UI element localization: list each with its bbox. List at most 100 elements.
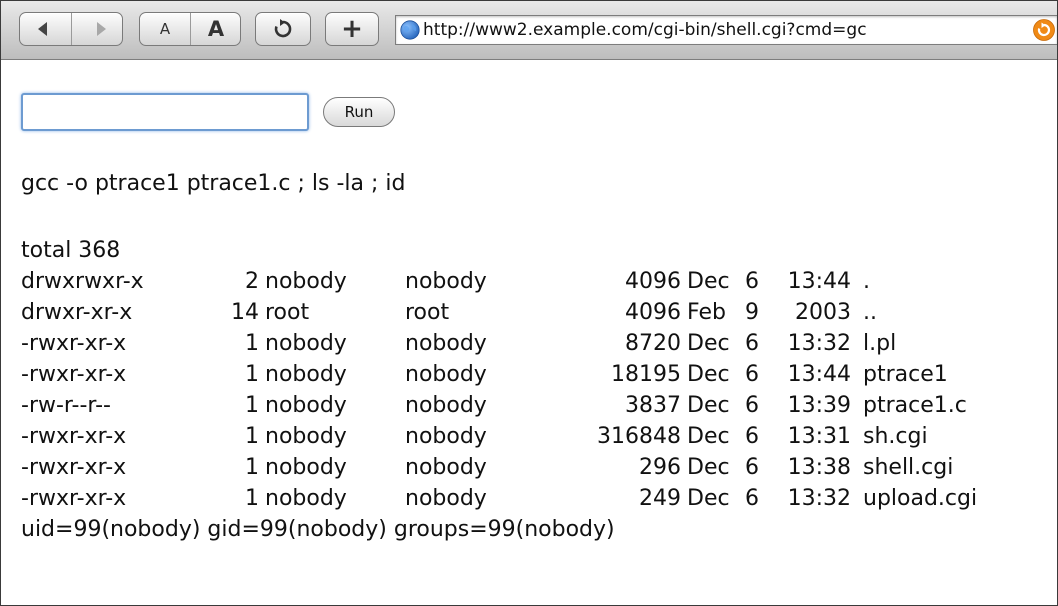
listing-name: ptrace1.c — [863, 393, 967, 418]
listing-size: 249 — [639, 486, 681, 511]
listing-group: nobody — [405, 424, 487, 449]
listing-owner: nobody — [265, 362, 347, 387]
listing-day: 9 — [745, 300, 759, 325]
listing-links: 14 — [231, 300, 259, 325]
back-arrow-icon — [38, 22, 47, 36]
listing-name: . — [863, 269, 870, 294]
listing-group: nobody — [405, 331, 487, 356]
listing-month: Dec — [687, 455, 730, 480]
listing-row: -rwxr-xr-x 1 nobody nobody 18195 Dec 6 13:44 ptr… — [21, 359, 1031, 390]
text-bigger-button[interactable]: A — [191, 13, 241, 45]
listing-day: 6 — [745, 331, 759, 356]
address-bar[interactable]: http://www2.example.com/cgi-bin/shell.cg… — [395, 15, 1057, 45]
listing-row: drwxr-xr-x 14 root root 4096 Feb 9 2003.. — [21, 297, 1031, 328]
listing-month: Feb — [687, 300, 726, 325]
listing-time: 2003 — [795, 300, 851, 325]
listing-size: 316848 — [597, 424, 681, 449]
listing-perm: drwxrwxr-x — [21, 269, 144, 294]
listing-month: Dec — [687, 424, 730, 449]
listing-name: l.pl — [863, 331, 897, 356]
listing-group: nobody — [405, 362, 487, 387]
listing-size: 4096 — [625, 269, 681, 294]
listing-time: 13:44 — [787, 269, 851, 294]
listing-owner: nobody — [265, 455, 347, 480]
listing-time: 13:32 — [787, 331, 851, 356]
snapback-icon[interactable] — [1033, 19, 1055, 41]
run-button[interactable]: Run — [323, 97, 395, 127]
listing-row: drwxrwxr-x 2 nobody nobody 4096 Dec 6 13:44. — [21, 266, 1031, 297]
listing-links: 1 — [245, 393, 259, 418]
command-echo: gcc -o ptrace1 ptrace1.c ; ls -la ; id — [21, 171, 406, 196]
listing-name: sh.cgi — [863, 424, 928, 449]
listing-time: 13:44 — [787, 362, 851, 387]
listing-name: ptrace1 — [863, 362, 948, 387]
listing-row: -rwxr-xr-x 1 nobody nobody 8720 Dec 6 13:32 l.pl — [21, 328, 1031, 359]
listing-perm: -rwxr-xr-x — [21, 455, 127, 480]
listing-group: nobody — [405, 455, 487, 480]
listing-group: nobody — [405, 393, 487, 418]
listing-perm: drwxr-xr-x — [21, 300, 133, 325]
command-input[interactable] — [21, 93, 309, 131]
listing-owner: root — [265, 300, 310, 325]
listing-name: upload.cgi — [863, 486, 978, 511]
listing-day: 6 — [745, 424, 759, 449]
listing-perm: -rwxr-xr-x — [21, 424, 127, 449]
plus-icon: + — [341, 14, 363, 44]
browser-toolbar: A A + http://www2.example.com/cgi-bin/sh… — [1, 1, 1057, 60]
listing-day: 6 — [745, 393, 759, 418]
back-forward-control — [19, 12, 123, 46]
listing-links: 2 — [245, 269, 259, 294]
listing-day: 6 — [745, 362, 759, 387]
listing-time: 13:32 — [787, 486, 851, 511]
listing-links: 1 — [245, 362, 259, 387]
listing-time: 13:39 — [787, 393, 851, 418]
listing-name: .. — [863, 300, 877, 325]
reload-icon — [274, 19, 292, 38]
listing-perm: -rwxr-xr-x — [21, 486, 127, 511]
listing-total: total 368 — [21, 238, 121, 263]
listing-owner: nobody — [265, 393, 347, 418]
command-output: total 368 drwxrwxr-x 2 nobody nobody 4096 Dec… — [21, 235, 1031, 545]
listing-month: Dec — [687, 362, 730, 387]
listing-time: 13:31 — [787, 424, 851, 449]
listing-time: 13:38 — [787, 455, 851, 480]
listing-size: 4096 — [625, 300, 681, 325]
back-button[interactable] — [20, 13, 71, 45]
text-size-control: A A — [139, 12, 241, 46]
text-smaller-button[interactable]: A — [140, 13, 190, 45]
listing-links: 1 — [245, 424, 259, 449]
id-output: uid=99(nobody) gid=99(nobody) groups=99(… — [21, 517, 615, 542]
listing-links: 1 — [245, 486, 259, 511]
listing-row: -rw-r--r-- 1 nobody nobody 3837 Dec 6 13:39 ptra… — [21, 390, 1031, 421]
listing-links: 1 — [245, 331, 259, 356]
listing-owner: nobody — [265, 331, 347, 356]
listing-day: 6 — [745, 269, 759, 294]
listing-perm: -rw-r--r-- — [21, 393, 111, 418]
listing-row: -rwxr-xr-x 1 nobody nobody 316848 Dec 6 13:31 sh… — [21, 421, 1031, 452]
listing-size: 8720 — [625, 331, 681, 356]
listing-day: 6 — [745, 455, 759, 480]
listing-row: -rwxr-xr-x 1 nobody nobody 296 Dec 6 13:38 shell… — [21, 452, 1031, 483]
listing-perm: -rwxr-xr-x — [21, 362, 127, 387]
url-text: http://www2.example.com/cgi-bin/shell.cg… — [423, 20, 867, 40]
listing-size: 296 — [639, 455, 681, 480]
forward-arrow-icon — [97, 22, 106, 36]
listing-group: nobody — [405, 486, 487, 511]
browser-window: A A + http://www2.example.com/cgi-bin/sh… — [0, 0, 1058, 606]
listing-owner: nobody — [265, 269, 347, 294]
reload-button[interactable] — [255, 12, 311, 46]
listing-month: Dec — [687, 486, 730, 511]
listing-owner: nobody — [265, 424, 347, 449]
listing-links: 1 — [245, 455, 259, 480]
globe-icon — [400, 20, 420, 40]
forward-button[interactable] — [72, 13, 123, 45]
listing-day: 6 — [745, 486, 759, 511]
listing-owner: nobody — [265, 486, 347, 511]
listing-month: Dec — [687, 269, 730, 294]
listing-size: 3837 — [625, 393, 681, 418]
listing-perm: -rwxr-xr-x — [21, 331, 127, 356]
listing-month: Dec — [687, 331, 730, 356]
add-bookmark-button[interactable]: + — [325, 12, 379, 46]
file-listing: drwxrwxr-x 2 nobody nobody 4096 Dec 6 13:44. drw… — [21, 266, 1031, 514]
listing-name: shell.cgi — [863, 455, 954, 480]
